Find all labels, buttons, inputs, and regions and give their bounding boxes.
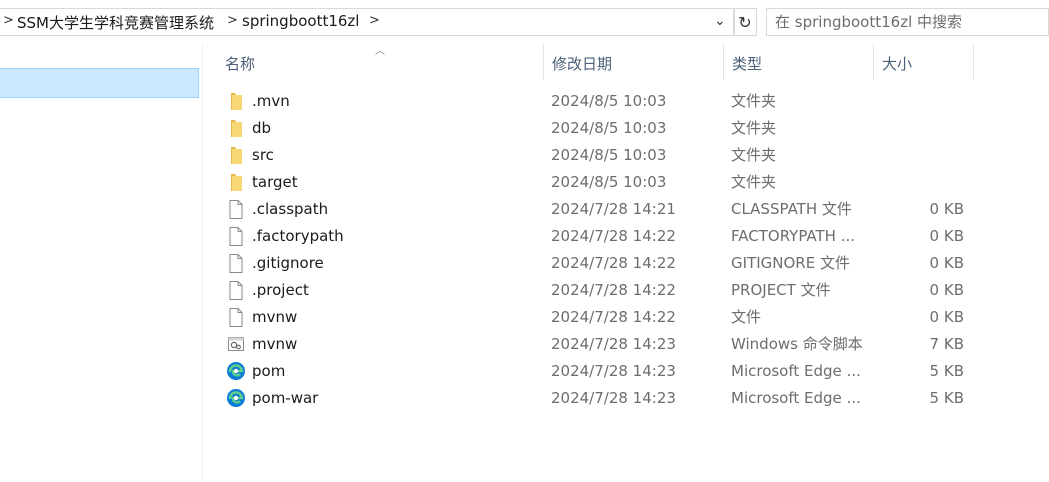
folder-icon [227,173,245,192]
file-date: 2024/7/28 14:23 [551,335,676,353]
file-list: .mvn 2024/8/5 10:03 文件夹 db 2024/8/5 10:03 文件夹… [203,88,1049,412]
column-header-name[interactable]: 名称 [217,44,544,80]
file-type: CLASSPATH 文件 [731,200,852,218]
file-type: 文件夹 [731,173,777,191]
column-header-type[interactable]: 类型 [724,44,874,80]
file-name: .mvn [252,92,290,110]
file-name: .gitignore [252,254,324,272]
file-size: 5 KB [929,362,964,380]
column-header-date[interactable]: 修改日期 [544,44,724,80]
file-name: .classpath [252,200,329,218]
file-date: 2024/7/28 14:22 [551,254,676,272]
file-row[interactable]: target 2024/8/5 10:03 文件夹 [203,169,1049,196]
file-size: 0 KB [929,308,964,326]
file-size: 0 KB [929,200,964,218]
file-date: 2024/8/5 10:03 [551,146,667,164]
file-row[interactable]: .gitignore 2024/7/28 14:22 GITIGNORE 文件 0 K… [203,250,1049,277]
file-icon [227,308,245,327]
file-name: .factorypath [252,227,344,245]
column-header-row: ︿ 名称 修改日期 类型 大小 [203,44,1049,80]
refresh-icon: ↻ [738,12,752,32]
file-row[interactable]: .factorypath 2024/7/28 14:22 FACTORYPATH .… [203,223,1049,250]
file-icon [227,227,245,246]
file-name: target [252,173,298,191]
file-type: 文件夹 [731,119,777,137]
file-row[interactable]: .project 2024/7/28 14:22 PROJECT 文件 0 KB [203,277,1049,304]
file-type: 文件夹 [731,92,777,110]
file-name: src [252,146,274,164]
file-size: 5 KB [929,389,964,407]
file-size: 0 KB [929,281,964,299]
file-size: 0 KB [929,227,964,245]
folder-icon [227,146,245,165]
file-date: 2024/8/5 10:03 [551,92,667,110]
breadcrumb-current-folder[interactable]: springboott16zl [242,12,359,30]
file-type: Windows 命令脚本 [731,335,863,353]
file-date: 2024/7/28 14:22 [551,281,676,299]
navigation-pane [0,44,203,482]
file-date: 2024/7/28 14:23 [551,389,676,407]
column-header-size[interactable]: 大小 [874,44,974,80]
file-size: 7 KB [929,335,964,353]
file-name: pom-war [252,389,319,407]
breadcrumb-separator[interactable]: > [369,13,380,28]
file-row[interactable]: pom 2024/7/28 14:23 Microsoft Edge ... 5 KB [203,358,1049,385]
breadcrumb-separator[interactable]: > [227,13,238,28]
edge-icon [226,361,245,380]
file-name: db [252,119,272,137]
breadcrumb-separator[interactable]: > [3,13,14,28]
file-type: 文件 [731,308,762,326]
script-icon [227,335,245,354]
file-icon [227,200,245,219]
file-type: GITIGNORE 文件 [731,254,850,272]
file-type: 文件夹 [731,146,777,164]
file-type: Microsoft Edge ... [731,389,861,407]
file-date: 2024/7/28 14:21 [551,200,676,218]
file-row[interactable]: .classpath 2024/7/28 14:21 CLASSPATH 文件 0 K… [203,196,1049,223]
nav-selected-item[interactable] [0,68,199,98]
file-row[interactable]: mvnw 2024/7/28 14:22 文件 0 KB [203,304,1049,331]
edge-icon [226,388,245,407]
file-row[interactable]: mvnw 2024/7/28 14:23 Windows 命令脚本 7 KB [203,331,1049,358]
file-name: .project [252,281,309,299]
address-dropdown-icon[interactable]: ⌄ [714,13,726,29]
file-size: 0 KB [929,254,964,272]
file-row[interactable]: db 2024/8/5 10:03 文件夹 [203,115,1049,142]
file-row[interactable]: src 2024/8/5 10:03 文件夹 [203,142,1049,169]
file-date: 2024/7/28 14:22 [551,308,676,326]
file-date: 2024/7/28 14:23 [551,362,676,380]
file-date: 2024/7/28 14:22 [551,227,676,245]
file-name: pom [252,362,286,380]
breadcrumb-parent-folder[interactable]: SSM大学生学科竞赛管理系统 [17,12,214,33]
file-name: mvnw [252,308,298,326]
file-row[interactable]: pom-war 2024/7/28 14:23 Microsoft Edge ...… [203,385,1049,412]
address-bar: > SSM大学生学科竞赛管理系统 > springboott16zl > ⌄ ↻… [0,0,1049,44]
file-name: mvnw [252,335,298,353]
file-row[interactable]: .mvn 2024/8/5 10:03 文件夹 [203,88,1049,115]
file-type: Microsoft Edge ... [731,362,861,380]
search-input[interactable]: 在 springboott16zl 中搜索 [766,8,1049,36]
folder-icon [227,119,245,138]
file-icon [227,254,245,273]
file-type: FACTORYPATH ... [731,227,856,245]
refresh-button[interactable]: ↻ [733,8,757,36]
file-date: 2024/8/5 10:03 [551,119,667,137]
folder-icon [227,92,245,111]
file-type: PROJECT 文件 [731,281,831,299]
file-icon [227,281,245,300]
file-date: 2024/8/5 10:03 [551,173,667,191]
